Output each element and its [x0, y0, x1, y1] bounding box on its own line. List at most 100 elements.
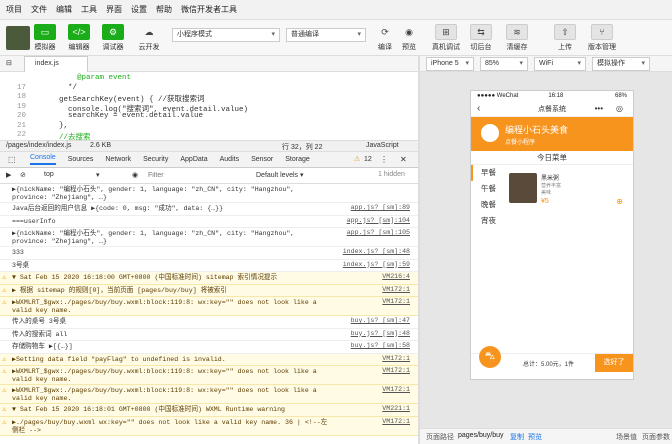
category-item[interactable]: 宵夜	[471, 213, 503, 229]
tab-network[interactable]: Network	[105, 156, 131, 163]
console-row[interactable]: 333 index.js? [sm]:48	[0, 247, 418, 260]
checkout-button[interactable]: 选好了	[595, 354, 633, 372]
upload-button[interactable]: ⇧ 上传	[554, 24, 576, 52]
source-link[interactable]: buy.js? [sm]:58	[347, 342, 410, 349]
console-row[interactable]: ⚠ ▶./pages/buy/buy.wxml wx:key="" does n…	[0, 416, 418, 436]
code-line[interactable]: },	[50, 122, 68, 130]
clear-cache-button[interactable]: ≋ 清缓存	[506, 24, 528, 52]
cart-icon[interactable]: ⛍	[479, 346, 501, 368]
menu-item[interactable]: 界面	[106, 4, 122, 15]
warning-count[interactable]: 12	[364, 156, 372, 163]
remote-debug-button[interactable]: ⊞ 真机调试	[432, 24, 460, 52]
source-link[interactable]: app.js? [sm]:105	[343, 229, 410, 236]
console-row[interactable]: ▶{nickName: "编程小石头", gender: 1, language…	[0, 184, 418, 203]
cloud-button[interactable]: ☁ 云开发	[138, 24, 160, 52]
shop-banner: 编程小石头美食 点餐小程序	[471, 117, 633, 151]
category-item[interactable]: 晚餐	[471, 197, 503, 213]
language-mode[interactable]: JavaScript	[366, 142, 399, 149]
dish-item[interactable]: 黑米粥 营养丰富 美味 ¥5 ⊕	[509, 173, 627, 211]
source-link[interactable]: index.js? [sm]:48	[339, 248, 410, 255]
code-line[interactable]: */	[50, 84, 77, 92]
console-row[interactable]: ⚠ ▶ 根据 sitemap 的规则[0]，当前页面 [pages/buy/bu…	[0, 284, 418, 297]
source-link[interactable]: index.js? [sm]:59	[339, 261, 410, 268]
code-editor[interactable]: @param event 17 */18 getSearchKey(event) …	[0, 72, 418, 142]
source-link[interactable]: VM172:1	[378, 417, 410, 425]
cut-back-button[interactable]: ⇆ 切后台	[470, 24, 492, 52]
console-row[interactable]: 存储购物车 ▶[{…}] buy.js? [sm]:58	[0, 341, 418, 354]
play-icon[interactable]: ▶	[6, 171, 11, 179]
switch-icon: ⇆	[470, 24, 492, 40]
tab-sources[interactable]: Sources	[68, 156, 94, 163]
editor-button[interactable]: </> 编辑器	[68, 24, 90, 52]
network-select[interactable]: WiFi ▾	[534, 57, 586, 71]
source-link[interactable]: VM172:1	[378, 367, 410, 374]
source-link[interactable]: app.js? [sm]:89	[347, 204, 410, 211]
source-link[interactable]: VM172:1	[378, 285, 410, 293]
console-row[interactable]: 传入的桌号 3号桌 buy.js? [sm]:47	[0, 316, 418, 329]
console-row[interactable]: ⚠ ▶Setting data field "payFlag" to undefi…	[0, 353, 418, 366]
source-link[interactable]: buy.js? [sm]:47	[347, 317, 410, 324]
compile-mode-select[interactable]: 普通编译 ▾	[286, 28, 366, 42]
source-link[interactable]: VM221:1	[378, 405, 410, 412]
tab-audits[interactable]: Audits	[220, 156, 239, 163]
console-row[interactable]: ⚠ ▼ Sat Feb 15 2020 16:18:01 GMT+0800 (中国…	[0, 404, 418, 417]
console-row[interactable]: ▶{nickName: "编程小石头", gender: 1, language…	[0, 228, 418, 247]
code-line[interactable]: searchKey = event.detail.value	[50, 112, 203, 120]
clear-console-icon[interactable]: ⊘	[20, 171, 26, 179]
code-line[interactable]: @param event	[50, 74, 131, 82]
source-link[interactable]: buy.js? [sm]:48	[347, 330, 410, 337]
tab-console[interactable]: Console	[30, 154, 56, 165]
menu-item[interactable]: 微信开发者工具	[181, 4, 237, 15]
more-icon[interactable]: •••	[595, 104, 603, 113]
console-row[interactable]: ===userInfo app.js? [sm]:104	[0, 216, 418, 228]
tab-index-js[interactable]: index.js	[24, 56, 88, 72]
source-link[interactable]: VM172:1	[378, 354, 410, 362]
close-icon[interactable]: ✕	[400, 155, 407, 164]
compile-button[interactable]: ⟳ 编译	[374, 24, 396, 52]
target-icon[interactable]: ◎	[616, 104, 623, 113]
console-row[interactable]: ⚠ ▶WXMLRT_$gwx:./pages/buy/buy.wxml:block…	[0, 297, 418, 316]
source-link[interactable]: VM216:4	[378, 273, 410, 280]
console-row[interactable]: 3号桌 index.js? [sm]:59	[0, 260, 418, 272]
zoom-select[interactable]: 85% ▾	[480, 57, 528, 71]
console-row[interactable]: ⚠ ▶WXMLRT_$gwx:./pages/buy/buy.wxml:block…	[0, 385, 418, 404]
filter-input[interactable]	[148, 170, 224, 181]
more-icon[interactable]: ⋮	[380, 155, 388, 164]
source-link[interactable]: VM172:1	[378, 298, 410, 305]
levels-select[interactable]: Default levels ▾	[256, 171, 303, 179]
menu-item[interactable]: 帮助	[156, 4, 172, 15]
source-link[interactable]: VM172:1	[378, 386, 410, 393]
console-row[interactable]: ⚠ ▼ Sat Feb 15 2020 16:18:00 GMT+0800 (中国…	[0, 272, 418, 285]
mode-select[interactable]: 小程序模式 ▾	[172, 28, 280, 42]
version-button[interactable]: ⑂ 版本管理	[588, 24, 616, 52]
back-icon[interactable]: ‹	[477, 103, 480, 114]
debugger-button[interactable]: ⚙ 调试器	[102, 24, 124, 52]
avatar[interactable]	[6, 26, 30, 50]
tab-storage[interactable]: Storage	[285, 156, 310, 163]
console-row[interactable]: ⚠ ▶WXMLRT_$gwx:./pages/buy/buy.wxml:block…	[0, 366, 418, 385]
eye-icon[interactable]: ◉	[132, 171, 138, 179]
category-item[interactable]: 午餐	[471, 181, 503, 197]
context-select[interactable]: top	[44, 171, 54, 178]
menu-item[interactable]: 编辑	[56, 4, 72, 15]
source-link[interactable]: app.js? [sm]:104	[343, 217, 410, 224]
simulator-button[interactable]: ▭ 模拟器	[34, 24, 56, 52]
preview-link[interactable]: 预览	[528, 432, 542, 442]
add-icon[interactable]: ⊕	[616, 197, 623, 206]
simulate-op-select[interactable]: 模拟操作 ▾	[592, 57, 650, 71]
menu-item[interactable]: 项目	[6, 4, 22, 15]
sidebar-toggle-icon[interactable]: ⊟	[6, 59, 12, 67]
menu-item[interactable]: 工具	[81, 4, 97, 15]
category-item[interactable]: 早餐	[471, 165, 503, 181]
tab-appdata[interactable]: AppData	[180, 156, 207, 163]
menu-item[interactable]: 设置	[131, 4, 147, 15]
copy-link[interactable]: 复制	[510, 432, 524, 442]
inspect-icon[interactable]: ⬚	[8, 155, 16, 164]
console-row[interactable]: Java后台返回的用户信息 ▶{code: 0, msg: "成功", data…	[0, 203, 418, 216]
tab-security[interactable]: Security	[143, 156, 168, 163]
device-select[interactable]: iPhone 5 ▾	[426, 57, 474, 71]
menu-item[interactable]: 文件	[31, 4, 47, 15]
console-row[interactable]: 传入的搜索词 all buy.js? [sm]:48	[0, 329, 418, 341]
preview-button[interactable]: ◉ 预览	[398, 24, 420, 52]
tab-sensor[interactable]: Sensor	[251, 156, 273, 163]
